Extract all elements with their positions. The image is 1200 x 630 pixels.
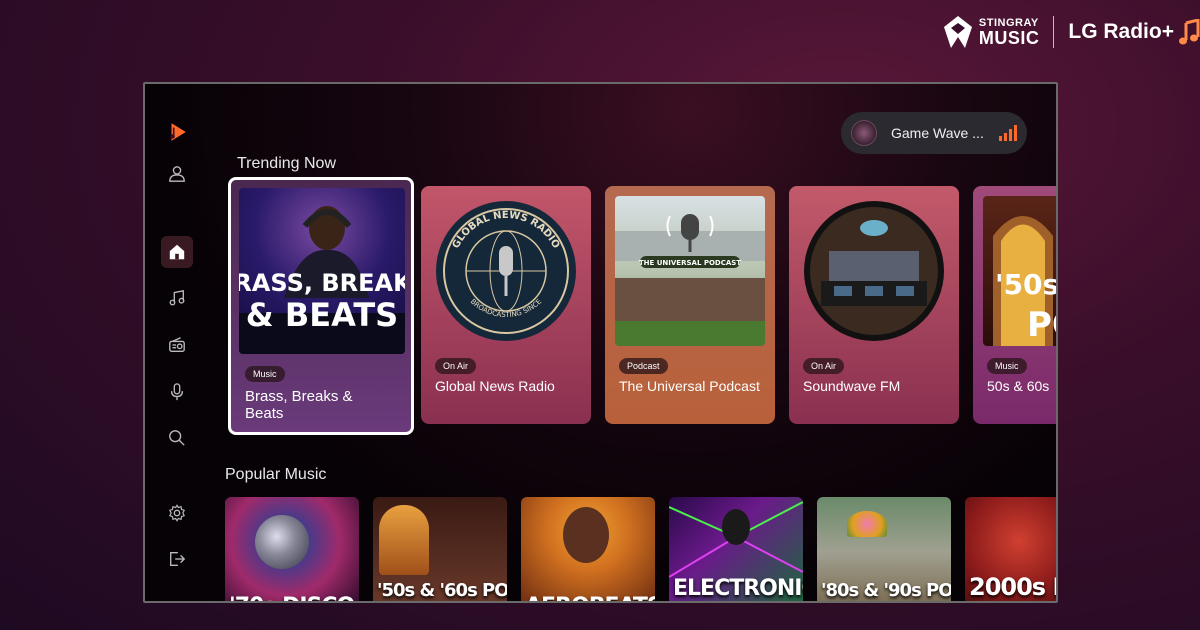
jukebox-art [379, 505, 429, 575]
popular-card-50s-60s-pop[interactable]: '50s & '60s POP HITS [373, 497, 507, 601]
art-text-2: PO [1027, 305, 1058, 345]
trending-title: Trending Now [237, 155, 337, 172]
card-artwork: BRASS, BREAKS & BEATS [239, 188, 405, 354]
popular-card-label: '80s & '90s POP FRENZY [821, 580, 951, 601]
card-name: 50s & 60s [987, 378, 1050, 394]
card-tag: On Air [435, 358, 477, 374]
card-tag: On Air [803, 358, 845, 374]
art-text-1: '50s [995, 268, 1058, 301]
microphone-icon[interactable] [161, 376, 193, 408]
music-notes-icon[interactable] [161, 282, 193, 314]
card-name: Soundwave FM [803, 378, 901, 394]
card-tag: Music [245, 366, 285, 382]
dj-artwork: BRASS, BREAKS & BEATS [239, 206, 405, 354]
exit-icon[interactable] [161, 543, 193, 575]
sidebar [145, 84, 209, 601]
popular-card-label: '50s & '60s POP HITS [377, 580, 507, 601]
stingray-music-logo: STINGRAY MUSIC [943, 15, 1040, 49]
flower-basket-art [847, 511, 887, 537]
radio-icon[interactable] [161, 329, 193, 361]
art-text-1: BRASS, BREAKS [239, 269, 405, 297]
stingray-logo-icon [943, 16, 972, 48]
trending-card-universal-podcast[interactable]: THE UNIVERSAL PODCAST Podcast The Univer… [605, 186, 775, 424]
card-artwork: GLOBAL NEWS RADIO BROADCASTING SINCE [431, 196, 581, 346]
singer-art [563, 507, 609, 563]
card-artwork: THE UNIVERSAL PODCAST [615, 196, 765, 346]
card-name: Global News Radio [435, 378, 555, 394]
popular-card-2000s-pop[interactable]: 2000s P [965, 497, 1056, 601]
trending-card-50s-60s[interactable]: '50s PO Music 50s & 60s [973, 186, 1058, 424]
stingray-brand-top: STINGRAY [978, 16, 1039, 29]
user-icon[interactable] [161, 158, 193, 190]
popular-card-label: 2000s P [969, 573, 1056, 601]
home-icon[interactable] [161, 236, 193, 268]
music-note-icon [1179, 19, 1200, 45]
art-banner: THE UNIVERSAL PODCAST [639, 259, 741, 267]
popular-card-afrobeats[interactable]: AFROBEATS [521, 497, 655, 601]
stingray-brand-bottom: MUSIC [978, 27, 1040, 48]
popular-card-label: ELECTRONIC [673, 576, 803, 601]
card-tag: Podcast [619, 358, 668, 374]
trending-card-brass-breaks-beats[interactable]: BRASS, BREAKS & BEATS Music Brass, Break… [228, 177, 414, 435]
now-playing-pill[interactable]: Game Wave ... [841, 112, 1027, 154]
popular-card-label: AFROBEATS [525, 594, 655, 601]
trending-card-soundwave-fm[interactable]: On Air Soundwave FM [789, 186, 959, 424]
lg-radio-text: LG Radio+ [1068, 20, 1174, 43]
popular-card-electronic[interactable]: ELECTRONIC [669, 497, 803, 601]
search-icon[interactable] [161, 422, 193, 454]
now-playing-title: Game Wave ... [891, 125, 984, 141]
card-tag: Music [987, 358, 1027, 374]
popular-title: Popular Music [225, 466, 327, 483]
card-name: The Universal Podcast [619, 378, 760, 394]
brand-header: STINGRAY MUSIC LG Radio+ [943, 12, 1200, 52]
card-artwork [799, 196, 949, 346]
card-artwork: '50s PO [983, 196, 1058, 346]
equalizer-icon [999, 125, 1017, 141]
app-logo-icon[interactable] [161, 116, 193, 148]
gear-icon[interactable] [161, 497, 193, 529]
popular-card-80s-90s-pop[interactable]: '80s & '90s POP FRENZY [817, 497, 951, 601]
card-name: Brass, Breaks & Beats [245, 388, 353, 422]
popular-card-70s-disco[interactable]: '70s DISCO [225, 497, 359, 601]
trending-card-global-news-radio[interactable]: GLOBAL NEWS RADIO BROADCASTING SINCE On … [421, 186, 591, 424]
disco-ball-art [255, 515, 309, 569]
tv-screen: Game Wave ... Trending Now BRASS, BREAKS… [143, 82, 1058, 603]
now-playing-thumbnail [851, 120, 877, 146]
brand-divider [1053, 16, 1055, 48]
art-text-2: & BEATS [246, 296, 398, 334]
lg-radio-logo: LG Radio+ [1068, 19, 1200, 45]
popular-card-label: '70s DISCO [229, 594, 355, 601]
